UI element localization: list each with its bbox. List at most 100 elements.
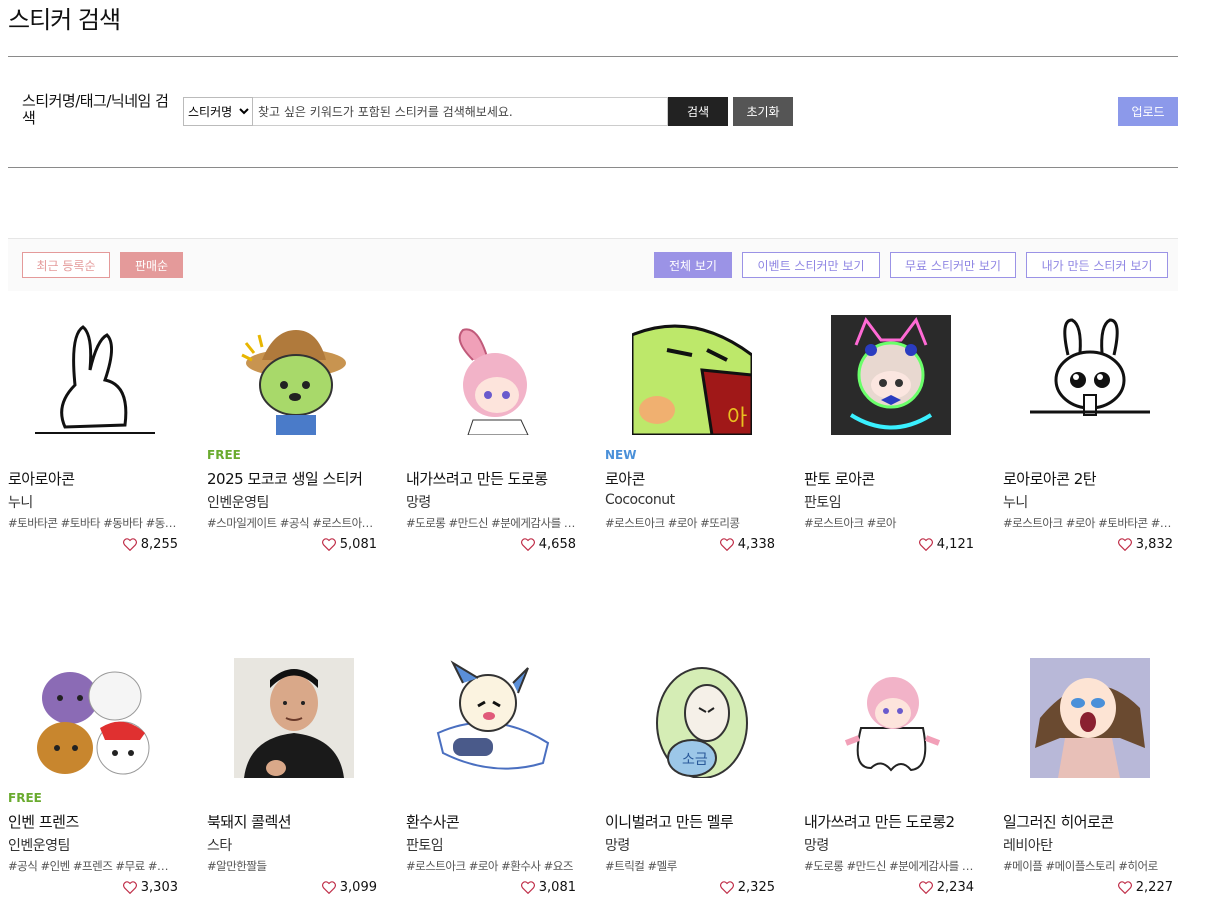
search-type-select[interactable]: 스티커명: [183, 97, 253, 126]
pink-hair-girl-sticker[interactable]: [433, 315, 553, 435]
like-count-value: 4,658: [538, 537, 576, 552]
sticker-name[interactable]: 환수사콘: [406, 811, 460, 832]
view-free-button[interactable]: 무료 스티커만 보기: [890, 252, 1016, 278]
sort-recent-button[interactable]: 최근 등록순: [22, 252, 110, 278]
heart-icon[interactable]: [918, 881, 933, 894]
heart-icon[interactable]: [918, 538, 933, 551]
sticker-badge: FREE: [8, 791, 42, 805]
ghost-girl-sticker[interactable]: [831, 658, 951, 778]
sticker-author[interactable]: 레비아탄: [1003, 835, 1053, 855]
sticker-name[interactable]: 2025 모코코 생일 스티커: [207, 468, 363, 489]
sticker-author[interactable]: Cococonut: [605, 492, 675, 508]
sticker-author[interactable]: 판토임: [406, 835, 444, 855]
sticker-card[interactable]: 소금 이니벌려고 만든 멜루 망령 #트릭컬 #멜루 2,325: [605, 658, 775, 903]
mokoko-hat-sticker[interactable]: [234, 315, 354, 435]
sticker-card[interactable]: 로아로아콘 2탄 누니 #로스트아크 #로아 #토바타콘 #… 3,832: [1003, 315, 1173, 560]
svg-text:아: 아: [727, 406, 747, 431]
search-input[interactable]: [253, 97, 668, 126]
reset-button[interactable]: 초기화: [733, 97, 793, 126]
like-count-value: 3,081: [538, 880, 576, 895]
heart-icon[interactable]: [719, 538, 734, 551]
sticker-author[interactable]: 누니: [8, 492, 33, 512]
like-count: 3,303: [122, 880, 178, 895]
sticker-card[interactable]: 로아로아콘 누니 #토바타콘 #토바타 #동바타 #동… 8,255: [8, 315, 178, 560]
sticker-author[interactable]: 인벤운영팀: [8, 835, 70, 855]
sticker-tags: #메이플 #메이플스토리 #히어로: [1003, 859, 1158, 873]
view-mine-button[interactable]: 내가 만든 스티커 보기: [1026, 252, 1168, 278]
like-count-value: 3,303: [140, 880, 178, 895]
heart-icon[interactable]: [520, 538, 535, 551]
melon-character-sticker[interactable]: 소금: [632, 658, 752, 778]
sticker-tags: #로스트아크 #로아 #토바타콘 #…: [1003, 516, 1171, 530]
sticker-badge: FREE: [207, 448, 241, 462]
like-count-value: 2,325: [737, 880, 775, 895]
heart-icon[interactable]: [520, 881, 535, 894]
sticker-name[interactable]: 로아로아콘 2탄: [1003, 468, 1097, 489]
heart-icon[interactable]: [1117, 881, 1132, 894]
green-blob-sticker[interactable]: 아: [632, 315, 752, 435]
sticker-tags: #토바타콘 #토바타 #동바타 #동…: [8, 516, 176, 530]
heart-icon[interactable]: [321, 538, 336, 551]
sticker-name[interactable]: 이니벌려고 만든 멜루: [605, 811, 734, 832]
sticker-name[interactable]: 일그러진 히어로콘: [1003, 811, 1114, 832]
sticker-name[interactable]: 인벤 프렌즈: [8, 811, 79, 832]
sticker-name[interactable]: 북돼지 콜렉션: [207, 811, 292, 832]
sticker-author[interactable]: 스타: [207, 835, 232, 855]
sticker-card[interactable]: 환수사콘판토임 #로스트아크 #로아 #환수사 #요즈 3,081: [406, 658, 576, 903]
sticker-author[interactable]: 망령: [804, 835, 829, 855]
crying-girl-sticker[interactable]: [1030, 658, 1150, 778]
sticker-tags: #도로롱 #만드신 #분에게감사를 …: [406, 516, 575, 530]
heart-icon[interactable]: [1117, 538, 1132, 551]
sticker-card[interactable]: 판토 로아콘판토임 #로스트아크 #로아 4,121: [804, 315, 974, 560]
sticker-name[interactable]: 내가쓰려고 만든 도로롱: [406, 468, 548, 489]
sticker-card[interactable]: FREE 인벤 프렌즈인벤운영팀 #공식 #인벤 #프렌즈 #무료 #까리… 3,30…: [8, 658, 178, 903]
sticker-name[interactable]: 로아콘: [605, 468, 645, 489]
heart-icon[interactable]: [122, 538, 137, 551]
sticker-author[interactable]: 망령: [605, 835, 630, 855]
sticker-tags: #로스트아크 #로아: [804, 516, 897, 530]
svg-text:소금: 소금: [682, 752, 708, 768]
view-event-button[interactable]: 이벤트 스티커만 보기: [742, 252, 880, 278]
upload-button[interactable]: 업로드: [1118, 97, 1178, 126]
like-count-value: 2,227: [1135, 880, 1173, 895]
man-portrait-sticker[interactable]: [234, 658, 354, 778]
search-button[interactable]: 검색: [668, 97, 728, 126]
lying-character-sticker[interactable]: [433, 658, 553, 778]
inven-friends-sticker[interactable]: [35, 658, 155, 778]
sticker-card[interactable]: 북돼지 콜렉션 스타 #알만한짤들 3,099: [207, 658, 377, 903]
sticker-name[interactable]: 로아로아콘: [8, 468, 75, 489]
crying-rabbit-sticker[interactable]: [1030, 315, 1150, 435]
sticker-badge: NEW: [605, 448, 637, 462]
heart-icon[interactable]: [122, 881, 137, 894]
sticker-card[interactable]: 일그러진 히어로콘레비아탄 #메이플 #메이플스토리 #히어로 2,227: [1003, 658, 1173, 903]
neon-cat-girl-sticker[interactable]: [831, 315, 951, 435]
sort-sales-button[interactable]: 판매순: [120, 252, 183, 278]
like-count-value: 2,234: [936, 880, 974, 895]
page-title: 스티커 검색: [8, 6, 121, 34]
heart-icon[interactable]: [321, 881, 336, 894]
sticker-author[interactable]: 판토임: [804, 492, 842, 512]
like-count: 2,227: [1117, 880, 1173, 895]
sticker-card[interactable]: 내가쓰려고 만든 도로롱2 망령 #도로롱 #만드신 #분에게감사를 … 2,234: [804, 658, 974, 903]
sticker-tags: #로스트아크 #로아 #환수사 #요즈: [406, 859, 573, 873]
like-count-value: 4,121: [936, 537, 974, 552]
sticker-name[interactable]: 내가쓰려고 만든 도로롱2: [804, 811, 955, 832]
white-rabbit-sticker[interactable]: [35, 315, 155, 435]
sticker-tags: #로스트아크 #로아 #또리콩: [605, 516, 740, 530]
sticker-card[interactable]: 아 NEW 로아콘 Cococonut #로스트아크 #로아 #또리콩 4,338: [605, 315, 775, 560]
sticker-name[interactable]: 판토 로아콘: [804, 468, 875, 489]
like-count-value: 5,081: [339, 537, 377, 552]
sticker-author[interactable]: 누니: [1003, 492, 1028, 512]
view-all-button[interactable]: 전체 보기: [654, 252, 732, 278]
sticker-author[interactable]: 망령: [406, 492, 431, 512]
sticker-author[interactable]: 인벤운영팀: [207, 492, 269, 512]
sticker-tags: #공식 #인벤 #프렌즈 #무료 #까리…: [8, 859, 178, 873]
divider: [8, 167, 1178, 168]
sticker-card[interactable]: FREE 2025 모코코 생일 스티커 인벤운영팀 #스마일게이트 #공식 #로스트…: [207, 315, 377, 560]
sticker-card[interactable]: 내가쓰려고 만든 도로롱망령 #도로롱 #만드신 #분에게감사를 … 4,658: [406, 315, 576, 560]
sticker-tags: #알만한짤들: [207, 859, 267, 873]
like-count: 2,325: [719, 880, 775, 895]
heart-icon[interactable]: [719, 881, 734, 894]
sticker-tags: #도로롱 #만드신 #분에게감사를 …: [804, 859, 973, 873]
like-count: 4,338: [719, 537, 775, 552]
